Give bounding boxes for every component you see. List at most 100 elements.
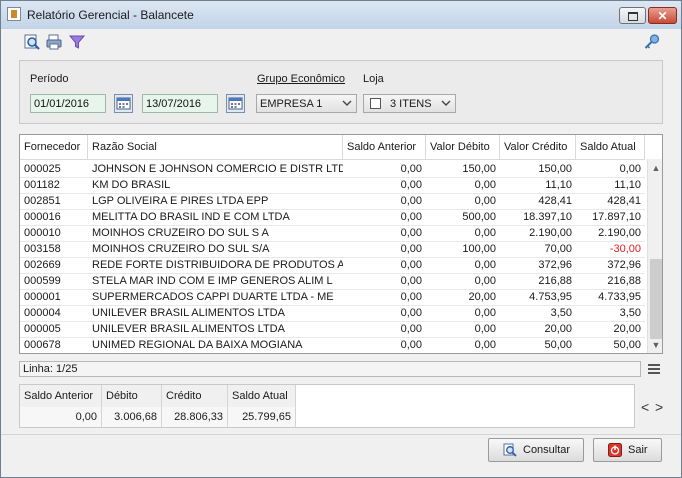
cell-saldo-anterior: 0,00 (400, 195, 422, 207)
table-row[interactable]: 000025 JOHNSON E JOHNSON COMERCIO E DISTR… (20, 162, 645, 178)
cell-saldo-atual: 50,00 (613, 339, 641, 351)
totals-panel: Saldo Anterior Débito Crédito Saldo Atua… (19, 384, 635, 428)
loja-value: 3 ITENS (390, 98, 432, 110)
cell-saldo-anterior: 0,00 (400, 323, 422, 335)
table-row[interactable]: 000599 STELA MAR IND COM E IMP GENEROS AL… (20, 274, 645, 290)
status-bar: Linha: 1/25 (19, 361, 641, 377)
table-row[interactable]: 002851 LGP OLIVEIRA E PIRES LTDA EPP 0,00 0… (20, 194, 645, 210)
title-bar: Relatório Gerencial - Balancete ✕ (1, 1, 681, 29)
cell-credito: 11,10 (545, 179, 572, 191)
cell-fornecedor: 000005 (24, 323, 61, 335)
cell-razao: SUPERMERCADOS CAPPI DUARTE LTDA - ME (92, 291, 334, 303)
table-row[interactable]: 000001 SUPERMERCADOS CAPPI DUARTE LTDA - … (20, 290, 645, 306)
cell-saldo-anterior: 0,00 (400, 243, 422, 255)
sair-button[interactable]: Sair (593, 438, 662, 462)
cell-saldo-atual: 372,96 (607, 259, 641, 271)
cell-debito: 0,00 (474, 275, 496, 287)
scroll-down-icon[interactable]: ▼ (651, 340, 661, 350)
cell-fornecedor: 000599 (24, 275, 61, 287)
cell-debito: 0,00 (474, 259, 496, 271)
grid-header: Fornecedor Razão Social Saldo Anterior V… (20, 135, 645, 160)
cell-razao: JOHNSON E JOHNSON COMERCIO E DISTR LTD (92, 163, 343, 175)
table-row[interactable]: 000004 UNILEVER BRASIL ALIMENTOS LTDA 0,00… (20, 306, 645, 322)
chevron-down-icon (342, 100, 352, 106)
table-row[interactable]: 000005 UNILEVER BRASIL ALIMENTOS LTDA 0,00… (20, 322, 645, 338)
table-row[interactable]: 002669 REDE FORTE DISTRIBUIDORA DE PRODUT… (20, 258, 645, 274)
main-window: Relatório Gerencial - Balancete ✕ Períod… (0, 0, 682, 478)
table-row[interactable]: 001182 KM DO BRASIL 0,00 0,00 11,10 11,10 (20, 178, 645, 194)
cell-debito: 0,00 (474, 195, 496, 207)
table-row[interactable]: 000678 UNIMED REGIONAL DA BAIXA MOGIANA 0,… (20, 338, 645, 353)
cell-credito: 18.397,10 (523, 211, 572, 223)
grupo-economico-select[interactable]: EMPRESA 1 (256, 94, 357, 113)
cell-razao: MOINHOS CRUZEIRO DO SUL S A (92, 227, 269, 239)
cell-credito: 20,00 (544, 323, 572, 335)
chevron-down-icon (441, 100, 451, 106)
loja-checkbox[interactable] (370, 98, 381, 109)
cell-razao: KM DO BRASIL (92, 179, 171, 191)
scroll-up-icon[interactable]: ▲ (651, 163, 661, 173)
consultar-button[interactable]: Consultar (488, 438, 584, 462)
cell-saldo-anterior: 0,00 (400, 259, 422, 271)
table-row[interactable]: 003158 MOINHOS CRUZEIRO DO SUL S/A 0,00 100… (20, 242, 645, 258)
total-debito-value: 3.006,68 (102, 407, 162, 427)
table-row[interactable]: 000016 MELITTA DO BRASIL IND E COM LTDA 0,… (20, 210, 645, 226)
cell-razao: REDE FORTE DISTRIBUIDORA DE PRODUTOS ALI (92, 259, 343, 271)
calendar-inicio-button[interactable] (114, 94, 133, 113)
cell-credito: 150,00 (538, 163, 572, 175)
cell-saldo-anterior: 0,00 (400, 291, 422, 303)
cell-fornecedor: 000001 (24, 291, 61, 303)
filter-icon[interactable] (68, 33, 86, 51)
results-grid: Fornecedor Razão Social Saldo Anterior V… (19, 134, 663, 354)
loja-select[interactable]: 3 ITENS (363, 94, 456, 113)
restore-button[interactable] (619, 7, 646, 24)
table-row[interactable]: 000010 MOINHOS CRUZEIRO DO SUL S A 0,00 0,0… (20, 226, 645, 242)
cell-razao: MOINHOS CRUZEIRO DO SUL S/A (92, 243, 270, 255)
print-icon[interactable] (45, 33, 63, 51)
cell-saldo-atual: 20,00 (613, 323, 641, 335)
total-saldo-atual-label: Saldo Atual (228, 385, 296, 407)
header-razao-social[interactable]: Razão Social (88, 135, 343, 159)
cell-credito: 216,88 (538, 275, 572, 287)
app-icon (7, 7, 21, 21)
total-debito-label: Débito (102, 385, 162, 407)
cell-razao: UNILEVER BRASIL ALIMENTOS LTDA (92, 307, 285, 319)
cell-saldo-atual: 3,50 (619, 307, 641, 319)
cell-saldo-atual: 4.733,95 (598, 291, 641, 303)
exit-icon (608, 443, 622, 457)
cell-fornecedor: 001182 (24, 179, 60, 191)
key-icon[interactable] (643, 33, 661, 51)
grupo-economico-value: EMPRESA 1 (260, 98, 323, 110)
cell-fornecedor: 000004 (24, 307, 61, 319)
cell-saldo-atual: 0,00 (619, 163, 641, 175)
calendar-fim-button[interactable] (226, 94, 245, 113)
header-saldo-atual[interactable]: Saldo Atual (576, 135, 645, 159)
total-saldo-anterior-label: Saldo Anterior (20, 385, 102, 407)
header-valor-credito[interactable]: Valor Crédito (500, 135, 576, 159)
cell-credito: 2.190,00 (529, 227, 572, 239)
header-fornecedor[interactable]: Fornecedor (20, 135, 88, 159)
linha-status: Linha: 1/25 (23, 363, 78, 375)
prev-arrow-icon[interactable]: < (641, 399, 649, 415)
next-arrow-icon[interactable]: > (655, 399, 663, 415)
close-button[interactable]: ✕ (648, 7, 677, 24)
header-saldo-anterior[interactable]: Saldo Anterior (343, 135, 426, 159)
header-valor-debito[interactable]: Valor Débito (426, 135, 500, 159)
vertical-scrollbar[interactable]: ▲ ▼ (647, 159, 662, 353)
cell-fornecedor: 000016 (24, 211, 61, 223)
scroll-thumb[interactable] (650, 259, 662, 339)
cell-razao: MELITTA DO BRASIL IND E COM LTDA (92, 211, 290, 223)
data-fim-input[interactable]: 13/07/2016 (142, 94, 218, 113)
cell-saldo-atual: 428,41 (607, 195, 641, 207)
cell-debito: 20,00 (468, 291, 496, 303)
preview-icon[interactable] (23, 33, 41, 51)
consultar-label: Consultar (523, 444, 571, 456)
data-inicio-input[interactable]: 01/01/2016 (30, 94, 106, 113)
cell-debito: 0,00 (474, 307, 496, 319)
menu-icon[interactable] (647, 363, 661, 375)
cell-debito: 500,00 (462, 211, 496, 223)
cell-debito: 150,00 (462, 163, 496, 175)
cell-fornecedor: 000010 (24, 227, 61, 239)
filter-panel: Período 01/01/2016 13/07/2016 Grupo Econ… (19, 60, 663, 124)
cell-credito: 3,50 (550, 307, 572, 319)
